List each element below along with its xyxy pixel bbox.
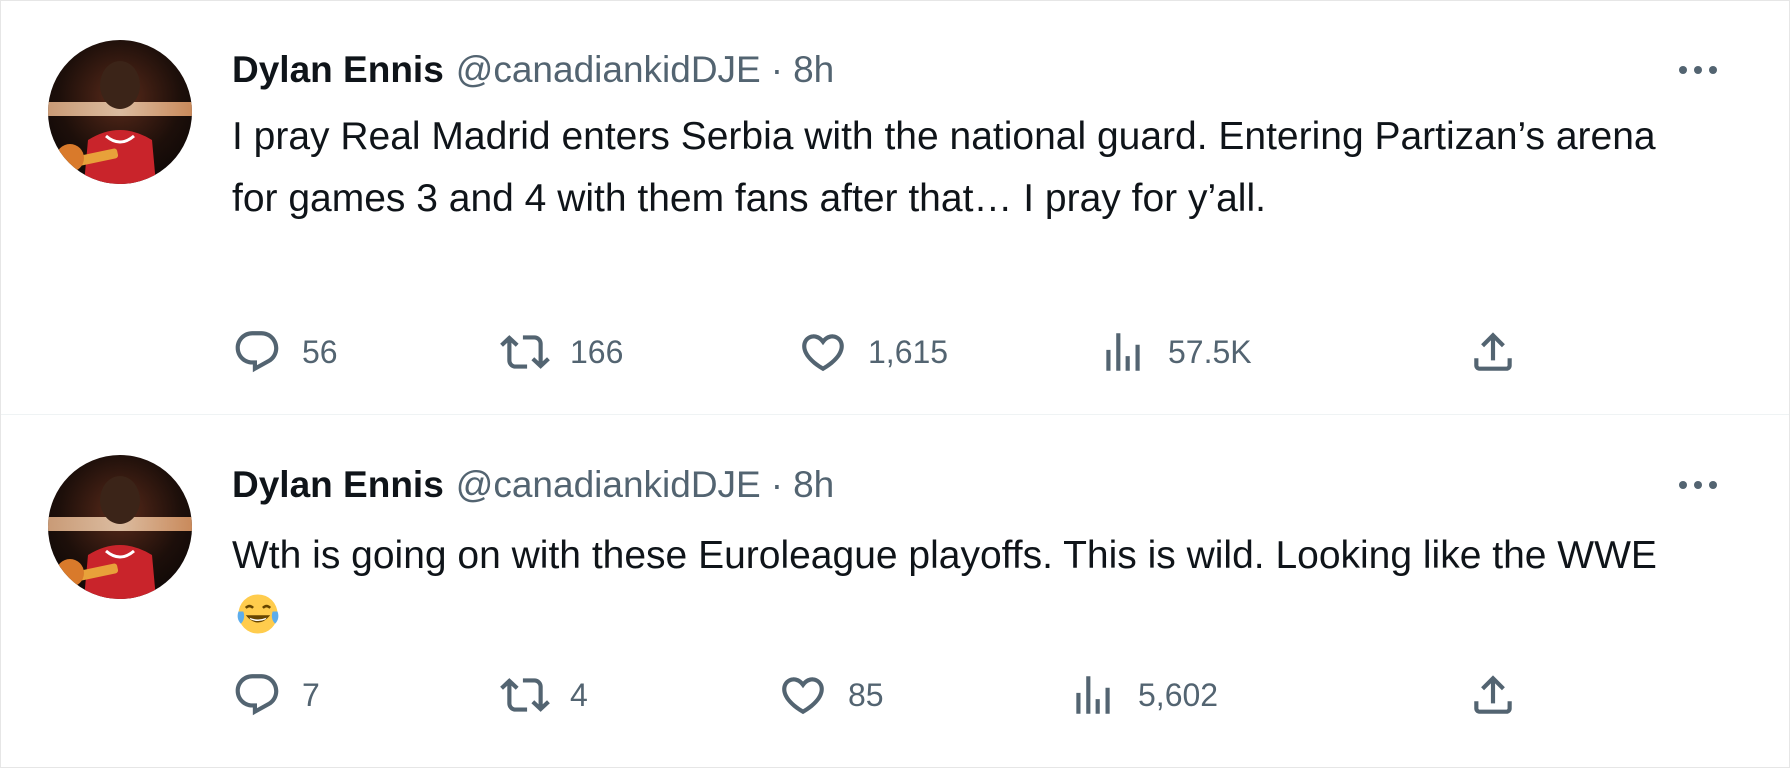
separator-dot: · bbox=[770, 464, 784, 505]
tweet-screenshot: Dylan Ennis @canadiankidDJE · 8h I pray … bbox=[0, 0, 1790, 768]
views-count: 57.5K bbox=[1168, 333, 1252, 370]
views-chart-icon bbox=[1076, 676, 1110, 714]
share-button[interactable] bbox=[1468, 322, 1518, 382]
views-count: 5,602 bbox=[1138, 676, 1219, 713]
retweet-button[interactable]: 166 bbox=[500, 322, 623, 382]
author-handle[interactable]: @canadiankidDJE bbox=[456, 46, 761, 94]
tweet-2[interactable]: Dylan Ennis @canadiankidDJE · 8h Wth is … bbox=[0, 415, 1790, 768]
reply-icon bbox=[235, 331, 279, 373]
profile-photo-icon bbox=[48, 40, 192, 184]
like-button[interactable]: 85 bbox=[778, 665, 884, 725]
views-button[interactable]: 5,602 bbox=[1068, 665, 1218, 725]
views-button[interactable]: 57.5K bbox=[1098, 322, 1252, 382]
heart-icon bbox=[782, 677, 824, 715]
retweet-icon bbox=[500, 678, 550, 712]
more-options-icon[interactable] bbox=[1668, 465, 1728, 505]
reply-button[interactable]: 7 bbox=[232, 665, 320, 725]
like-button[interactable]: 1,615 bbox=[798, 322, 948, 382]
author-name[interactable]: Dylan Ennis bbox=[232, 461, 444, 509]
tweet-actions: 7 4 85 5,602 bbox=[232, 665, 1532, 725]
tweet-timestamp[interactable]: 8h bbox=[793, 46, 834, 94]
tweet-text-content: Wth is going on with these Euroleague pl… bbox=[232, 534, 1657, 577]
more-options-icon[interactable] bbox=[1668, 50, 1728, 90]
share-icon bbox=[1474, 332, 1512, 371]
like-count: 85 bbox=[848, 676, 884, 713]
tweet-text: Wth is going on with these Euroleague pl… bbox=[232, 525, 1692, 649]
views-chart-icon bbox=[1106, 333, 1140, 371]
avatar[interactable] bbox=[48, 40, 192, 184]
reply-button[interactable]: 56 bbox=[232, 322, 338, 382]
separator-dot: · bbox=[770, 49, 784, 90]
reply-count: 56 bbox=[302, 333, 338, 370]
tweet-actions: 56 166 1,615 57.5K bbox=[232, 322, 1532, 382]
retweet-icon bbox=[500, 335, 550, 369]
retweet-count: 4 bbox=[570, 676, 588, 713]
tweet-header: Dylan Ennis @canadiankidDJE · 8h bbox=[232, 46, 834, 94]
reply-count: 7 bbox=[302, 676, 320, 713]
reply-icon bbox=[235, 674, 279, 716]
share-button[interactable] bbox=[1468, 665, 1518, 725]
heart-icon bbox=[802, 334, 844, 372]
retweet-count: 166 bbox=[570, 333, 624, 370]
avatar[interactable] bbox=[48, 455, 192, 599]
author-handle[interactable]: @canadiankidDJE bbox=[456, 461, 761, 509]
like-count: 1,615 bbox=[868, 333, 949, 370]
face-with-tears-of-joy-icon bbox=[237, 594, 279, 634]
tweet-timestamp[interactable]: 8h bbox=[793, 461, 834, 509]
share-icon bbox=[1474, 675, 1512, 714]
author-name[interactable]: Dylan Ennis bbox=[232, 46, 444, 94]
tweet-text: I pray Real Madrid enters Serbia with th… bbox=[232, 115, 1656, 220]
tweet-1[interactable]: Dylan Ennis @canadiankidDJE · 8h I pray … bbox=[0, 0, 1790, 415]
retweet-button[interactable]: 4 bbox=[500, 665, 588, 725]
profile-photo-icon bbox=[48, 455, 192, 599]
tweet-header: Dylan Ennis @canadiankidDJE · 8h bbox=[232, 461, 834, 509]
